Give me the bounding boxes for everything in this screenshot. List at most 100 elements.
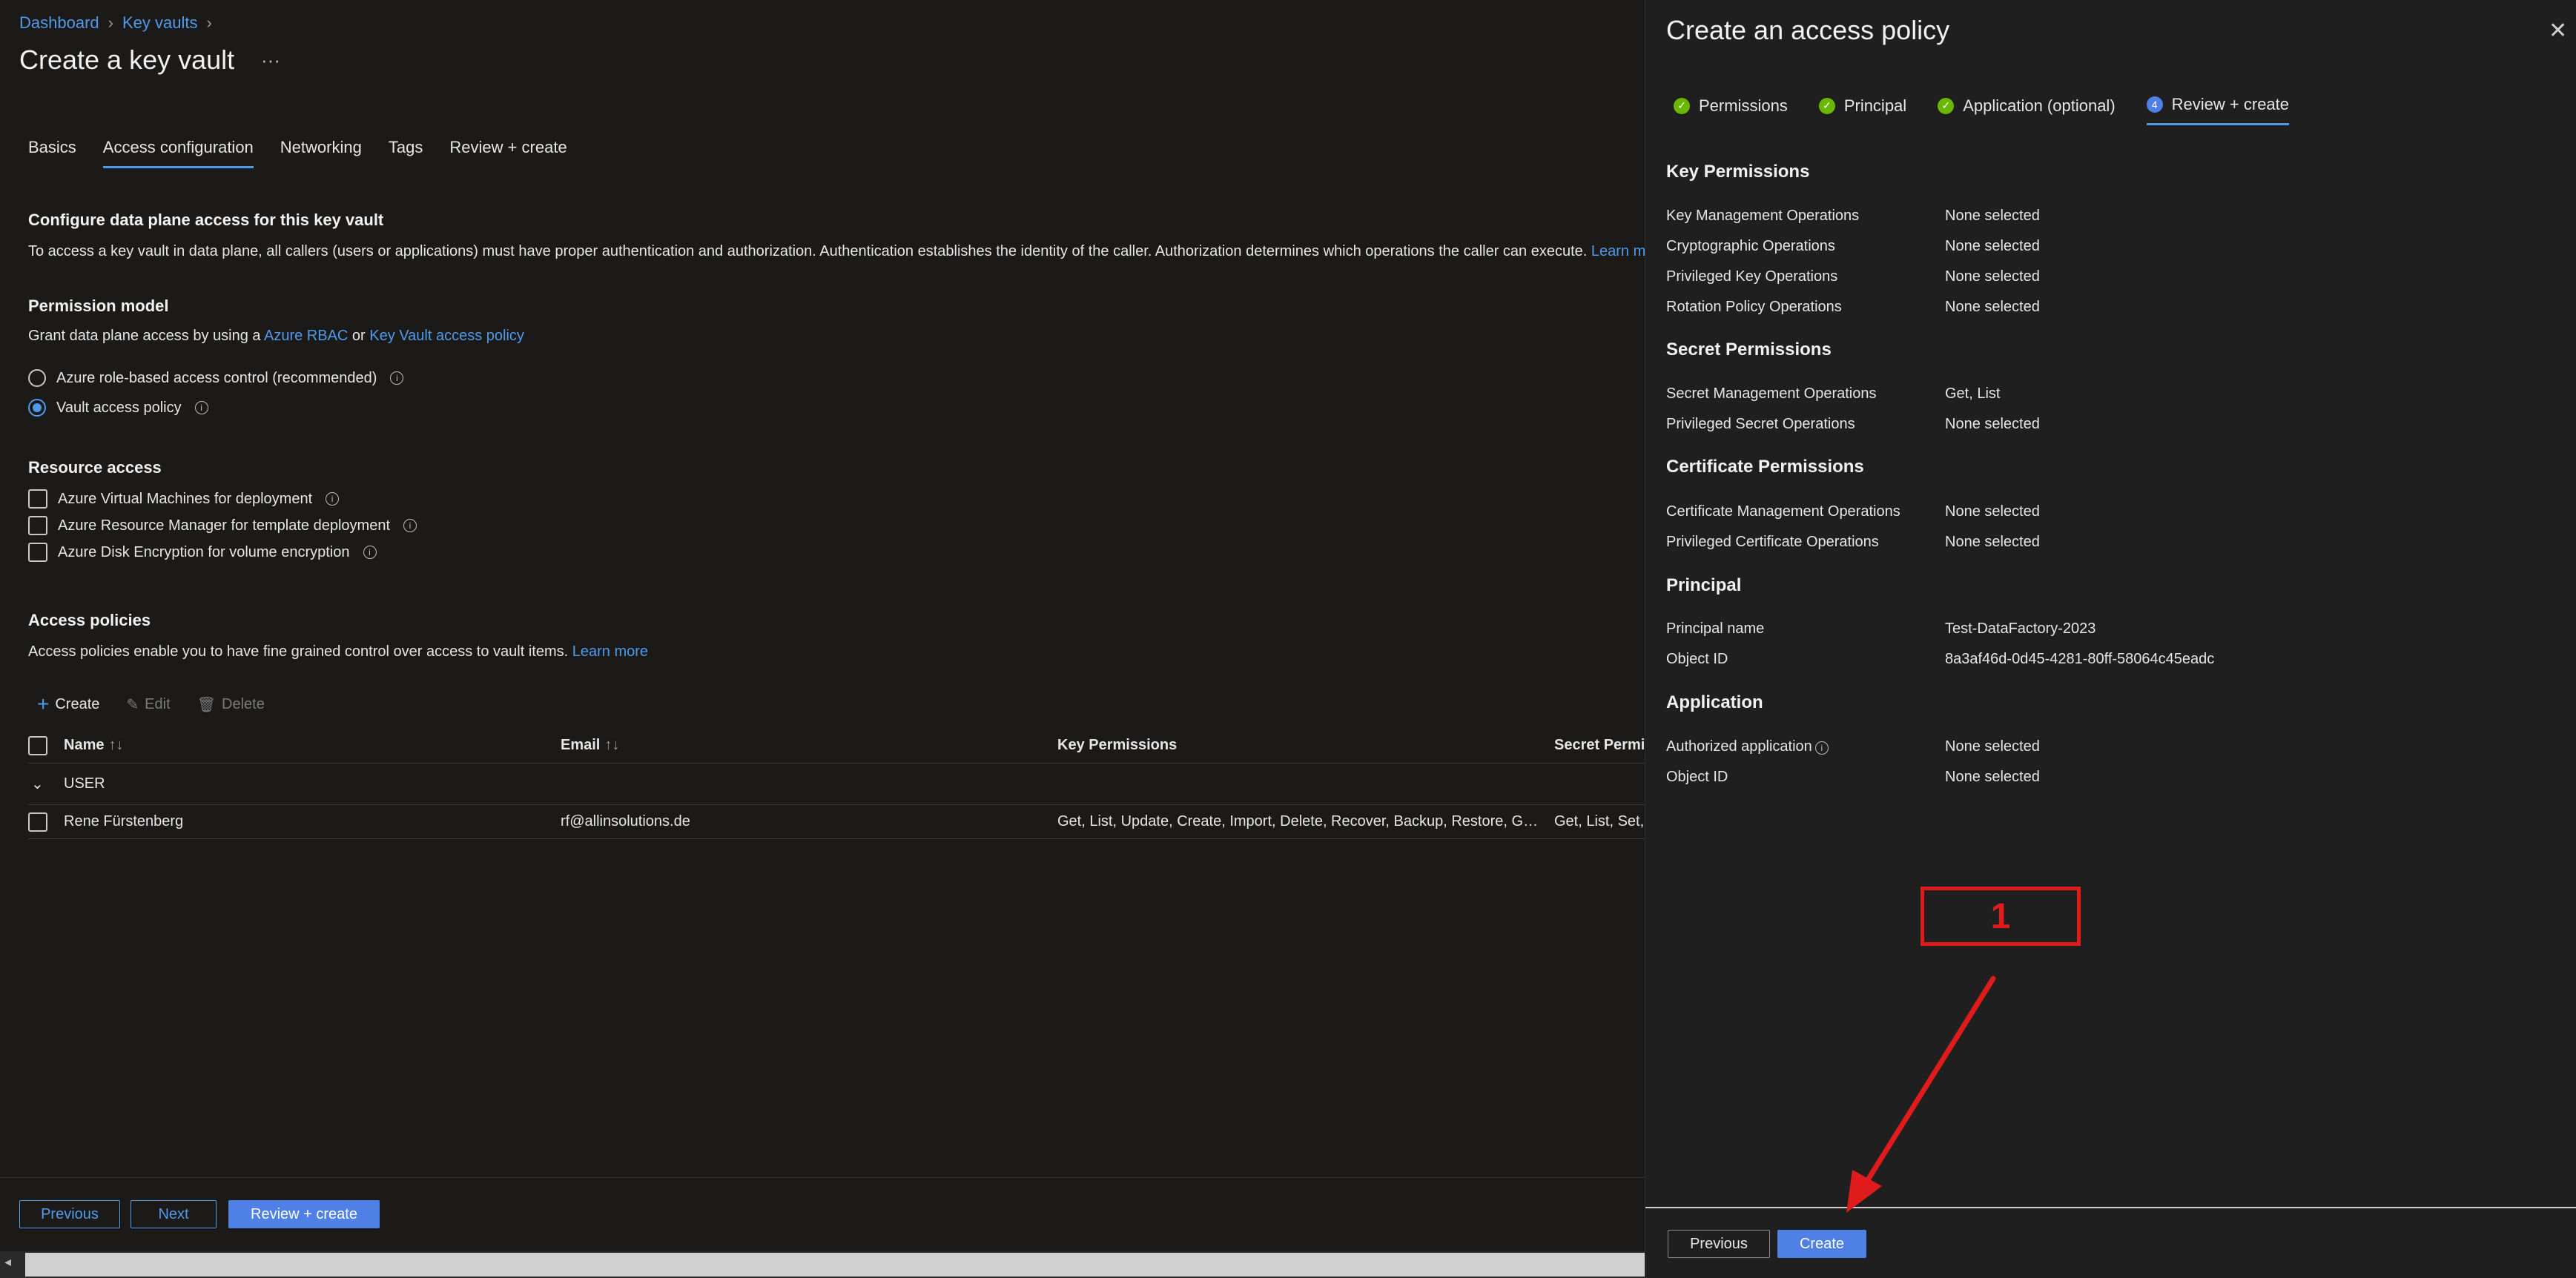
next-button[interactable]: Next xyxy=(131,1200,217,1228)
annotation-arrow-icon xyxy=(1846,976,1996,1213)
table-row[interactable]: Rene Fürstenberg rf@allinsolutions.de Ge… xyxy=(28,805,1645,839)
data-plane-description: To access a key vault in data plane, all… xyxy=(28,243,1667,260)
tab-access-configuration[interactable]: Access configuration xyxy=(102,138,254,168)
sort-icon[interactable]: ↑↓ xyxy=(604,737,619,753)
azure-rbac-link[interactable]: Azure RBAC xyxy=(264,328,348,344)
more-options-icon[interactable]: ··· xyxy=(261,49,280,72)
checkbox-arm-deployment[interactable]: Azure Resource Manager for template depl… xyxy=(28,516,417,535)
trash-icon: 🗑 xyxy=(196,696,217,713)
kv-row: Authorized application i None selected xyxy=(1666,738,2464,755)
scrollbar-thumb[interactable] xyxy=(25,1253,1645,1277)
checkbox-vm-deployment[interactable]: Azure Virtual Machines for deployment i xyxy=(28,489,340,509)
access-policies-description-text: Access policies enable you to have fine … xyxy=(28,643,569,660)
tab-networking[interactable]: Networking xyxy=(280,138,362,168)
secret-permissions-heading: Secret Permissions xyxy=(1666,340,1832,360)
info-icon[interactable]: i xyxy=(326,492,340,506)
step-application[interactable]: ✓ Application (optional) xyxy=(1938,95,2116,125)
tab-basics[interactable]: Basics xyxy=(28,138,76,168)
column-secret-permissions: Secret Permiss xyxy=(1554,737,1645,753)
previous-button[interactable]: Previous xyxy=(19,1200,120,1228)
table-header: Name ↑↓ Email ↑↓ Key Permissions Secret Pe… xyxy=(28,728,1645,764)
certificate-permissions-heading: Certificate Permissions xyxy=(1666,457,1864,477)
delete-policy-button[interactable]: 🗑 Delete xyxy=(197,695,265,714)
key-vault-access-policy-link[interactable]: Key Vault access policy xyxy=(369,328,524,344)
access-policies-toolbar: + Create ✎ Edit 🗑 Delete xyxy=(37,694,265,715)
kv-row: Privileged Secret Operations None selecte… xyxy=(1666,416,2464,433)
step-permissions[interactable]: ✓ Permissions xyxy=(1674,95,1788,125)
info-icon[interactable]: i xyxy=(363,546,377,559)
checkbox[interactable] xyxy=(28,489,47,509)
kv-row: Key Management Operations None selected xyxy=(1666,208,2464,225)
checkbox-disk-encryption[interactable]: Azure Disk Encryption for volume encrypt… xyxy=(28,543,377,562)
review-create-button[interactable]: Review + create xyxy=(228,1200,380,1228)
radio-label: Azure role-based access control (recomme… xyxy=(56,369,377,386)
cell-name: Rene Fürstenberg xyxy=(64,813,184,830)
info-icon[interactable]: i xyxy=(403,519,417,532)
scroll-left-icon[interactable]: ◂ xyxy=(4,1254,11,1270)
app-root: Dashboard › Key vaults › Create a key va… xyxy=(0,0,2576,1278)
kv-value: None selected xyxy=(1945,534,2040,550)
chevron-down-icon[interactable]: ⌄ xyxy=(28,775,64,793)
kv-key: Cryptographic Operations xyxy=(1666,238,1835,254)
radio-option-vault-access-policy[interactable]: Vault access policy i xyxy=(28,399,208,417)
kv-key: Certificate Management Operations xyxy=(1666,503,1900,520)
kv-value: None selected xyxy=(1945,738,2040,755)
panel-title: Create an access policy xyxy=(1666,15,1950,45)
kv-row: Object ID 8a3af46d-0d45-4281-80ff-58064c4… xyxy=(1666,651,2464,668)
permission-model-or: or xyxy=(351,328,366,344)
info-icon[interactable]: i xyxy=(390,371,404,385)
access-policies-table: Name ↑↓ Email ↑↓ Key Permissions Secret Pe… xyxy=(28,728,1645,839)
column-email[interactable]: Email ↑↓ xyxy=(561,737,1057,754)
kv-row: Cryptographic Operations None selected xyxy=(1666,238,2464,255)
breadcrumb-dashboard[interactable]: Dashboard xyxy=(19,13,99,33)
select-all-checkbox[interactable] xyxy=(28,735,47,755)
access-policies-learn-more-link[interactable]: Learn more xyxy=(572,643,648,660)
panel-create-button[interactable]: Create xyxy=(1777,1230,1866,1258)
application-heading: Application xyxy=(1666,692,1763,712)
checkbox[interactable] xyxy=(28,516,47,535)
edit-policy-button[interactable]: ✎ Edit xyxy=(126,695,170,714)
kv-value: None selected xyxy=(1945,416,2040,432)
create-policy-button[interactable]: + Create xyxy=(37,694,99,715)
info-icon[interactable]: i xyxy=(1814,741,1829,755)
permission-model-prefix: Grant data plane access by using a xyxy=(28,328,261,344)
radio-label: Vault access policy xyxy=(56,399,182,416)
radio-button-selected[interactable] xyxy=(28,399,46,417)
checkbox[interactable] xyxy=(28,543,47,562)
principal-heading: Principal xyxy=(1666,575,1742,595)
panel-previous-button[interactable]: Previous xyxy=(1668,1230,1770,1258)
cell-email: rf@allinsolutions.de xyxy=(561,813,690,830)
radio-button[interactable] xyxy=(28,369,46,387)
chevron-right-icon: › xyxy=(108,13,113,32)
step-review-create[interactable]: 4 Review + create xyxy=(2146,95,2290,125)
column-name-label: Name xyxy=(64,737,105,753)
page-title: Create a key vault xyxy=(19,44,235,75)
tab-tags[interactable]: Tags xyxy=(389,138,423,168)
row-checkbox[interactable] xyxy=(28,812,47,832)
checkbox-label: Azure Resource Manager for template depl… xyxy=(58,517,391,534)
step-label: Application (optional) xyxy=(1963,96,2116,115)
sort-icon[interactable]: ↑↓ xyxy=(108,737,123,753)
group-row-user[interactable]: ⌄ USER xyxy=(28,764,1645,805)
kv-value: None selected xyxy=(1945,238,2040,254)
chevron-right-icon: › xyxy=(206,13,212,32)
kv-value: Get, List xyxy=(1945,385,2001,402)
step-label: Principal xyxy=(1843,96,1907,115)
column-name[interactable]: Name ↑↓ xyxy=(64,737,561,754)
close-icon[interactable]: ✕ xyxy=(2549,18,2567,44)
cell-secret-permissions: Get, List, Set, D xyxy=(1554,813,1645,830)
access-policy-panel: Create an access policy ✕ ✓ Permissions … xyxy=(1645,0,2576,1278)
kv-key-text: Authorized application xyxy=(1666,738,1812,755)
cell-key-permissions: Get, List, Update, Create, Import, Delet… xyxy=(1057,813,1554,830)
info-icon[interactable]: i xyxy=(194,401,208,414)
kv-row: Certificate Management Operations None se… xyxy=(1666,503,2464,520)
data-plane-description-text: To access a key vault in data plane, all… xyxy=(28,243,1588,259)
kv-value: None selected xyxy=(1945,503,2040,520)
tab-review-create[interactable]: Review + create xyxy=(449,138,567,168)
group-label: USER xyxy=(64,775,105,792)
step-principal[interactable]: ✓ Principal xyxy=(1818,95,1907,125)
breadcrumb-key-vaults[interactable]: Key vaults xyxy=(122,13,198,33)
kv-key: Privileged Certificate Operations xyxy=(1666,534,1879,550)
breadcrumb: Dashboard › Key vaults › xyxy=(19,13,212,33)
radio-option-rbac[interactable]: Azure role-based access control (recomme… xyxy=(28,369,404,387)
